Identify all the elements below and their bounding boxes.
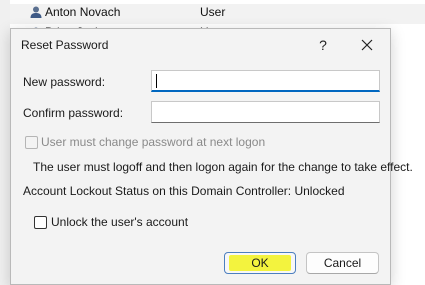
confirm-password-label: Confirm password: bbox=[23, 106, 124, 120]
dialog-titlebar[interactable]: Reset Password ? bbox=[11, 29, 390, 61]
user-type: User bbox=[200, 5, 226, 19]
unlock-account-checkbox[interactable] bbox=[34, 216, 47, 229]
reset-password-dialog: Reset Password ? New password: Confirm p… bbox=[10, 28, 413, 285]
must-change-password-label: User must change password at next logon bbox=[41, 135, 266, 149]
confirm-password-field[interactable] bbox=[151, 101, 380, 123]
ok-button-label: OK bbox=[251, 256, 269, 270]
help-button[interactable]: ? bbox=[311, 33, 335, 57]
new-password-field[interactable] bbox=[151, 70, 380, 92]
user-name: Anton Novach bbox=[45, 5, 121, 19]
background-left-strip bbox=[0, 0, 10, 285]
help-icon: ? bbox=[319, 37, 327, 53]
must-change-password-checkbox[interactable] bbox=[25, 136, 38, 149]
ok-button[interactable]: OK bbox=[224, 252, 296, 274]
logoff-info-text: The user must logoff and then logon agai… bbox=[33, 160, 413, 174]
new-password-label: New password: bbox=[23, 75, 106, 89]
user-icon bbox=[29, 5, 43, 19]
text-caret bbox=[156, 74, 157, 88]
cancel-button-label: Cancel bbox=[323, 256, 362, 270]
dialog-title: Reset Password bbox=[21, 38, 109, 52]
lockout-status-text: Account Lockout Status on this Domain Co… bbox=[23, 184, 345, 198]
cancel-button[interactable]: Cancel bbox=[306, 252, 379, 274]
close-icon bbox=[361, 39, 373, 51]
close-button[interactable] bbox=[355, 33, 379, 57]
unlock-account-label: Unlock the user's account bbox=[51, 215, 189, 229]
